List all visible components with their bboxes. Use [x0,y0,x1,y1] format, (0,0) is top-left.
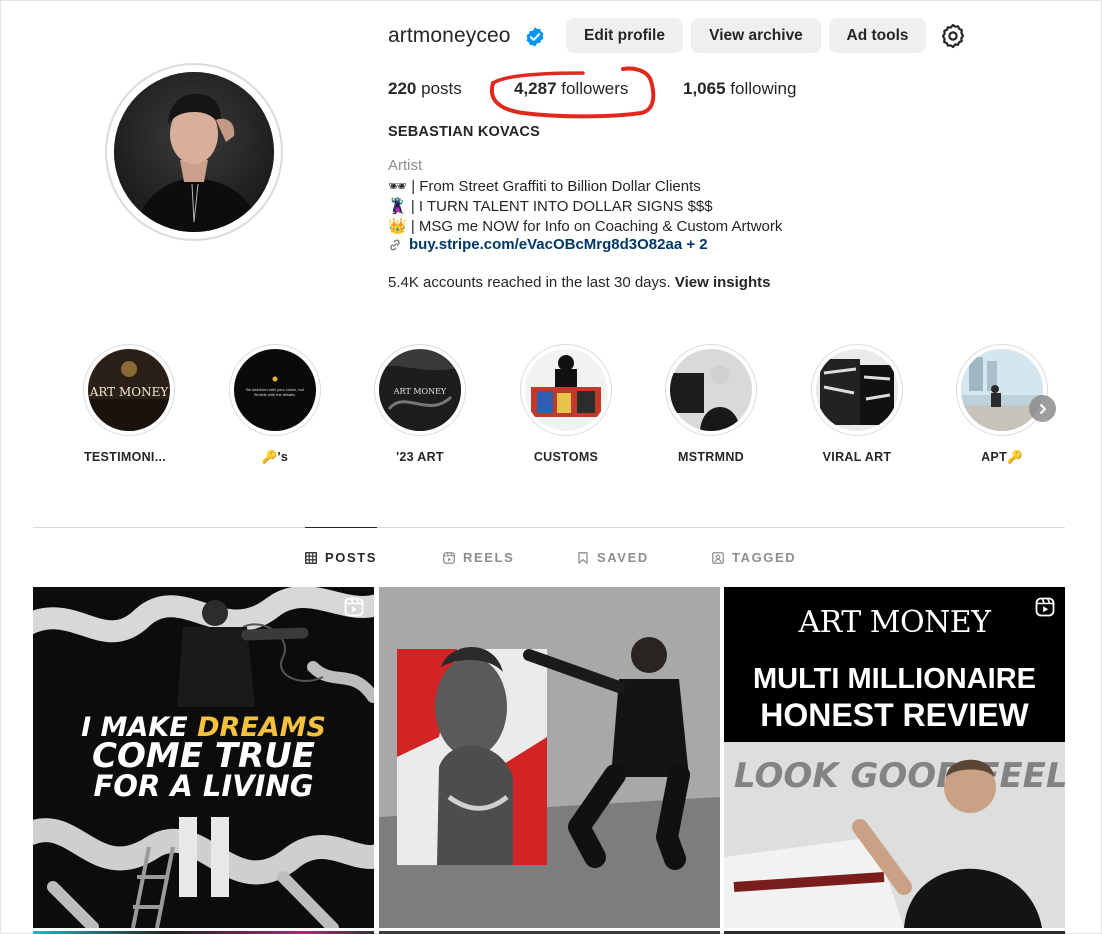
highlight-label: CUSTOMS [533,450,599,464]
tab-label: REELS [463,550,515,565]
highlight-mstrmnd[interactable] [665,344,757,436]
highlight-thumbnail: ART MONEY [88,349,170,431]
highlight-label: 🔑's [261,450,289,464]
insights-summary: 5.4K accounts reached in the last 30 day… [388,274,770,291]
post-caption-line: COME TRUE [92,736,315,776]
following-count-label: following [730,79,797,98]
profile-avatar[interactable] [105,63,283,241]
bio-line: 👑 | MSG me NOW for Info on Coaching & Cu… [388,218,783,235]
profile-full-name: SEBASTIAN KOVACS [388,124,540,140]
settings-gear-icon[interactable] [939,22,967,50]
highlight-thumbnail: ART MONEY [379,349,461,431]
red-annotation-circle [489,66,656,119]
view-archive-button[interactable]: View archive [691,18,821,53]
posts-count-label: posts [421,79,462,98]
chevron-right-icon [1039,403,1046,414]
verified-badge-icon [526,27,544,47]
highlight-customs[interactable] [520,344,612,436]
tab-label: SAVED [597,550,649,565]
avatar-photo [114,72,274,232]
highlight-thumb-text: Be stubborn with your vision, but flexib… [246,387,304,398]
ad-tools-button[interactable]: Ad tools [829,18,926,53]
post-headline: MULTI MILLIONAIRE [753,663,1036,695]
profile-category: Artist [388,157,423,174]
insights-text: 5.4K accounts reached in the last 30 day… [388,274,671,291]
post-background-text: LOOK GOOD FEEL GOOD [734,756,1065,796]
highlight-label: VIRAL ART [822,450,892,464]
post-tile[interactable]: LOOK GOOD FEEL GOOD ART MONEY MULTI MILL… [724,587,1065,928]
reel-icon [1035,597,1055,617]
tab-tagged[interactable]: TAGGED [712,550,796,565]
reel-icon [344,597,364,617]
post-tile[interactable] [379,587,720,928]
highlight-thumb-text: ART MONEY [393,387,447,396]
post-tile[interactable]: I MAKE DREAMS COME TRUE FOR A LIVING [33,587,374,928]
highlight-thumbnail [525,349,607,431]
grid-icon [305,551,317,564]
tabs-divider [33,527,1065,528]
tab-label: TAGGED [732,550,797,565]
view-insights-link[interactable]: View insights [675,274,771,291]
bio-line: 🕶 | From Street Graffiti to Billion Doll… [388,178,701,195]
tab-reels[interactable]: REELS [443,550,514,565]
following-link[interactable]: 1,065 following [683,79,796,99]
highlight-testimonials[interactable]: ART MONEY [83,344,175,436]
highlight-thumbnail: Be stubborn with your vision, but flexib… [234,349,316,431]
highlight-thumbnail [816,349,898,431]
reels-icon [443,551,455,564]
highlight-thumbnail [961,349,1043,431]
highlight-viral-art[interactable] [811,344,903,436]
profile-username: artmoneyceo [388,24,511,47]
highlights-next-button[interactable] [1029,395,1056,422]
tab-posts[interactable]: POSTS [305,550,377,565]
highlight-label: APT🔑 [981,450,1023,464]
highlight-thumbnail [670,349,752,431]
bio-link[interactable]: buy.stripe.com/eVacOBcMrg8d3O82aa + 2 [388,236,708,253]
highlight-23-art[interactable]: ART MONEY [374,344,466,436]
following-count-value: 1,065 [683,79,726,98]
posts-count: 220 posts [388,79,462,99]
link-icon [390,239,400,250]
tagged-icon [712,551,724,564]
highlight-keys[interactable]: Be stubborn with your vision, but flexib… [229,344,321,436]
post-image [379,587,720,928]
active-tab-indicator [305,527,377,528]
posts-count-value: 220 [388,79,417,98]
post-brand-text: ART MONEY [798,605,991,640]
bio-line: 🦹 | I TURN TALENT INTO DOLLAR SIGNS $$$ [388,198,713,215]
tab-label: POSTS [325,550,378,565]
post-caption-line: FOR A LIVING [93,769,314,803]
tab-saved[interactable]: SAVED [577,550,649,565]
bio-link-text: buy.stripe.com/eVacOBcMrg8d3O82aa + 2 [409,236,708,253]
highlight-apt[interactable] [956,344,1048,436]
highlight-thumb-text: ART MONEY [89,385,170,399]
profile-page: artmoneyceo Edit profile View archive Ad… [0,0,1102,934]
edit-profile-button[interactable]: Edit profile [566,18,683,53]
highlight-label: TESTIMONI... [83,450,167,464]
post-headline: HONEST REVIEW [760,697,1029,733]
highlight-label: MSTRMND [678,450,744,464]
highlight-label: '23 ART [396,450,444,464]
bookmark-icon [578,551,588,564]
